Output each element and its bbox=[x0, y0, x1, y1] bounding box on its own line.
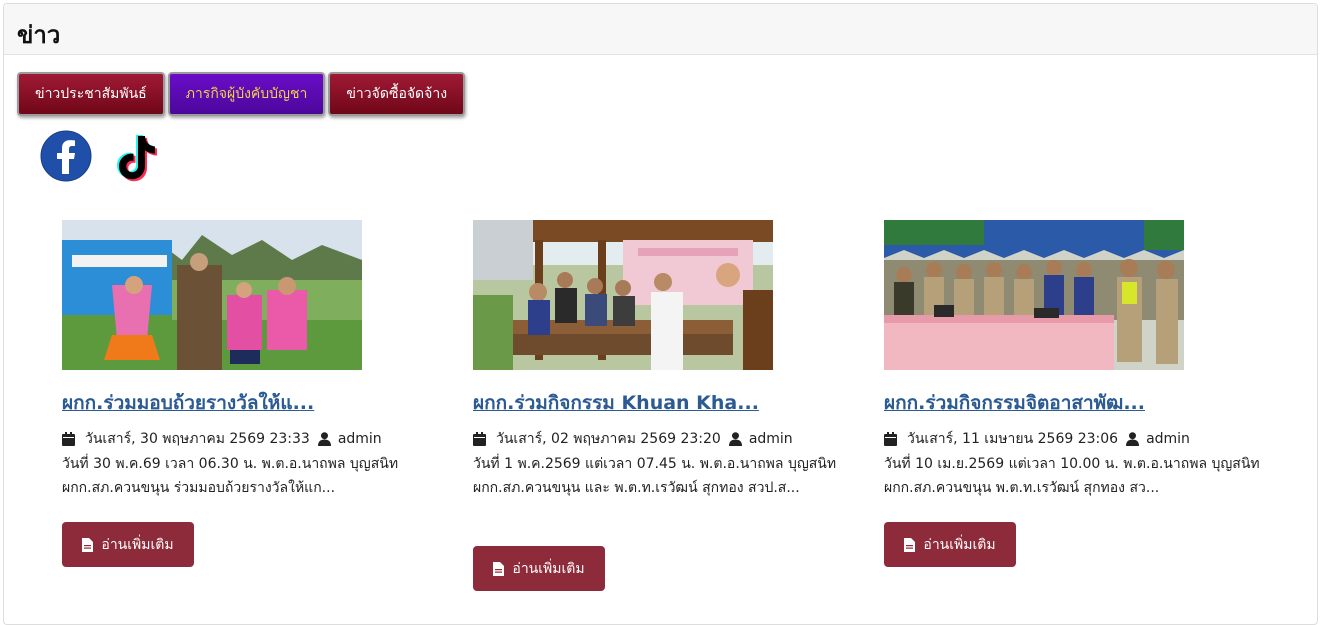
news-excerpt: วันที่ 10 เม.ย.2569 แต่เวลา 10.00 น. พ.ต… bbox=[884, 456, 1260, 496]
news-author: admin bbox=[1146, 431, 1190, 447]
news-meta: วันเสาร์, 30 พฤษภาคม 2569 23:33 admin bbox=[62, 429, 447, 449]
page-title: ข่าว bbox=[17, 21, 61, 49]
news-meta: วันเสาร์, 02 พฤษภาคม 2569 23:20 admin bbox=[473, 429, 858, 449]
tiktok-icon[interactable] bbox=[112, 130, 162, 184]
document-icon bbox=[904, 537, 916, 552]
panel-header: ข่าว bbox=[4, 4, 1317, 55]
tab-pr-news[interactable]: ข่าวประชาสัมพันธ์ bbox=[17, 72, 165, 116]
read-more-button[interactable]: อ่านเพิ่มเติม bbox=[884, 522, 1016, 567]
news-excerpt: วันที่ 1 พ.ค.2569 แต่เวลา 07.45 น. พ.ต.อ… bbox=[473, 456, 837, 496]
document-icon bbox=[82, 537, 94, 552]
tab-procurement-news[interactable]: ข่าวจัดซื้อจัดจ้าง bbox=[328, 72, 466, 116]
news-date: วันเสาร์, 30 พฤษภาคม 2569 23:33 bbox=[85, 431, 310, 447]
news-card: ผกก.ร่วมมอบถ้วยรางวัลให้แ... วันเสาร์, 3… bbox=[62, 220, 447, 567]
document-icon bbox=[493, 561, 505, 576]
news-excerpt: วันที่ 30 พ.ค.69 เวลา 06.30 น. พ.ต.อ.นาถ… bbox=[62, 456, 399, 496]
news-image-award[interactable] bbox=[62, 220, 362, 370]
news-author: admin bbox=[748, 431, 793, 447]
news-author: admin bbox=[337, 431, 382, 447]
calendar-icon bbox=[62, 432, 75, 446]
news-tabs: ข่าวประชาสัมพันธ์ ภารกิจผู้บังคับบัญชา ข… bbox=[17, 72, 466, 116]
news-card: ผกก.ร่วมกิจกรรมจิตอาสาพัฒ... วันเสาร์, 1… bbox=[884, 220, 1269, 567]
read-more-button[interactable]: อ่านเพิ่มเติม bbox=[62, 522, 194, 567]
news-date: วันเสาร์, 11 เมษายน 2569 23:06 bbox=[907, 431, 1119, 447]
news-image-activity[interactable] bbox=[473, 220, 773, 370]
news-date: วันเสาร์, 02 พฤษภาคม 2569 23:20 bbox=[496, 431, 721, 447]
read-more-label: อ่านเพิ่มเติม bbox=[923, 536, 996, 553]
read-more-label: อ่านเพิ่มเติม bbox=[512, 560, 585, 577]
news-title-link[interactable]: ผกก.ร่วมกิจกรรมจิตอาสาพัฒ... bbox=[884, 388, 1269, 418]
news-card: ผกก.ร่วมกิจกรรม Khuan Kha... วันเสาร์, 0… bbox=[473, 220, 858, 591]
user-icon bbox=[317, 432, 331, 446]
news-image-volunteer[interactable] bbox=[884, 220, 1184, 370]
user-icon bbox=[1126, 432, 1140, 446]
calendar-icon bbox=[884, 432, 897, 446]
read-more-label: อ่านเพิ่มเติม bbox=[101, 536, 174, 553]
calendar-icon bbox=[473, 432, 486, 446]
news-meta: วันเสาร์, 11 เมษายน 2569 23:06 admin bbox=[884, 429, 1269, 449]
news-title-link[interactable]: ผกก.ร่วมกิจกรรม Khuan Kha... bbox=[473, 388, 858, 418]
news-title-link[interactable]: ผกก.ร่วมมอบถ้วยรางวัลให้แ... bbox=[62, 388, 447, 418]
tab-commander-missions[interactable]: ภารกิจผู้บังคับบัญชา bbox=[167, 72, 326, 116]
read-more-button[interactable]: อ่านเพิ่มเติม bbox=[473, 546, 605, 591]
user-icon bbox=[728, 432, 742, 446]
facebook-icon[interactable] bbox=[40, 130, 92, 182]
